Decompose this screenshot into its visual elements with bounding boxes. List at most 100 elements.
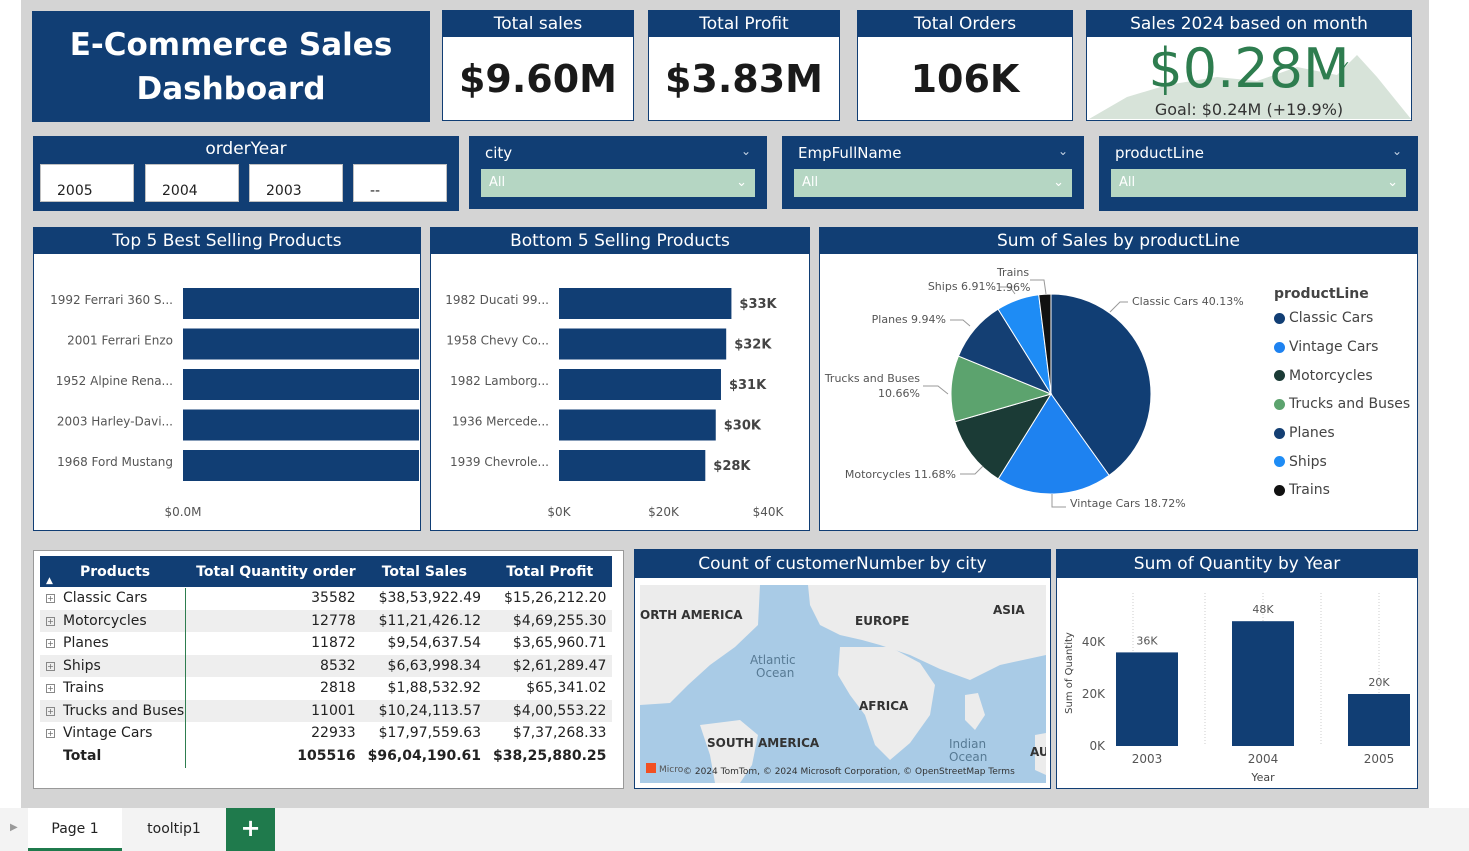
chevron-down-icon[interactable]: ⌄ — [1392, 144, 1402, 158]
bottom5-value-label: $30K — [724, 419, 762, 434]
col-header-total-quantity[interactable]: Total Quantity order — [190, 556, 362, 587]
pie-label-trucks-buses: Trucks and Buses — [824, 372, 920, 385]
tab-tooltip1[interactable]: tooltip1 — [123, 808, 225, 851]
table-cell-value: $7,37,268.33 — [512, 725, 607, 742]
table-cell-value: $3,65,960.71 — [512, 635, 607, 652]
legend-dot-icon — [1274, 398, 1285, 410]
chevron-down-icon: ⌄ — [1387, 175, 1398, 190]
legend-item[interactable]: Motorcycles — [1274, 361, 1410, 390]
expand-icon[interactable]: + — [46, 639, 55, 649]
expand-icon[interactable]: + — [46, 684, 55, 694]
pie-chart-card[interactable]: Sum of Sales by productLine Classic Cars… — [819, 227, 1418, 531]
legend-item[interactable]: Trains — [1274, 476, 1410, 505]
top5-bar — [183, 369, 419, 400]
qty-value-label: 20K — [1368, 676, 1390, 689]
table-row[interactable]: + Trucks and Buses 11001 $10,24,113.57 $4,00… — [40, 699, 613, 722]
col-header-products[interactable]: Products ▲ — [40, 556, 191, 587]
qty-y-axis-label: Sum of Quantity — [1064, 632, 1075, 714]
table-row[interactable]: + Planes 11872 $9,54,637.54 $3,65,960.71 — [40, 632, 612, 655]
legend-dot-icon — [1274, 427, 1285, 439]
pie-legend-title: productLine — [1274, 286, 1369, 302]
table-row[interactable]: + Motorcycles 12778 $11,21,426.12 $4,69,255.… — [40, 609, 613, 632]
map-card[interactable]: Count of customerNumber by city ORTH AME… — [634, 549, 1051, 789]
year-option-blank[interactable]: -- — [353, 164, 447, 202]
kpi-total-sales-label: Total sales — [443, 11, 633, 37]
city-dropdown[interactable]: All ⌄ — [481, 169, 755, 197]
pie-label-planes: Planes 9.94% — [872, 313, 946, 326]
year-option-2005[interactable]: 2005 — [40, 164, 134, 202]
bottom5-bar — [559, 288, 732, 319]
table-row[interactable]: + Classic Cars 35582 $38,53,922.49 $15,26,21… — [40, 587, 612, 610]
top5-category-label: 2001 Ferrari Enzo — [67, 334, 173, 348]
expand-icon[interactable]: + — [46, 616, 55, 626]
col-header-total-profit[interactable]: Total Profit — [487, 556, 613, 587]
qty-bar — [1348, 694, 1410, 746]
kpi-total-profit-value: $3.83M — [664, 57, 823, 101]
top5-chart-card[interactable]: Top 5 Best Selling Products 1992 Ferrari… — [33, 227, 421, 531]
chevron-down-icon[interactable]: ⌄ — [741, 144, 751, 158]
expand-icon[interactable]: + — [46, 594, 55, 604]
bottom5-chart-card[interactable]: Bottom 5 Selling Products 1982 Ducati 99… — [430, 227, 810, 531]
kpi-total-orders[interactable]: Total Orders 106K — [857, 10, 1073, 121]
qty-bar — [1232, 621, 1294, 746]
qty-y-tick: 40K — [1082, 635, 1106, 649]
table-total-row: Total 105516 $96,04,190.61 $38,25,880.25 — [40, 745, 612, 768]
qty-chart-card[interactable]: Sum of Quantity by Year 0K 20K 40K 36K 2003 4… — [1056, 549, 1418, 789]
bottom5-category-label: 1936 Mercede... — [452, 415, 549, 429]
gauge-goal: Goal: $0.24M (+19.9%) — [1154, 100, 1344, 119]
expand-icon[interactable]: + — [46, 706, 55, 716]
kpi-total-profit-label: Total Profit — [649, 11, 839, 37]
slicer-order-year: orderYear 2005 2004 2003 -- — [33, 136, 459, 211]
pie-label-vintage-cars: Vintage Cars 18.72% — [1070, 497, 1186, 510]
map-label-atlantic-ocean: Ocean — [756, 666, 794, 680]
kpi-sales-2024-gauge[interactable]: Sales 2024 based on month $0.28M ✓ Goal:… — [1086, 10, 1412, 121]
table-cell-value: $4,00,553.22 — [487, 699, 613, 722]
legend-item[interactable]: Classic Cars — [1274, 304, 1410, 333]
map-credit[interactable]: © 2024 TomTom, © 2024 Microsoft Corporat… — [683, 767, 1015, 777]
chevron-down-icon[interactable]: ⌄ — [1058, 144, 1068, 158]
legend-label: Motorcycles — [1289, 367, 1373, 384]
bottom5-bar — [559, 328, 727, 360]
legend-item[interactable]: Vintage Cars — [1274, 333, 1410, 362]
table-header-row: Products ▲ Total Quantity order Total Sal… — [40, 556, 613, 587]
kpi-total-sales[interactable]: Total sales $9.60M — [442, 10, 634, 121]
legend-item[interactable]: Planes — [1274, 419, 1410, 448]
legend-item[interactable]: Ships — [1274, 447, 1410, 476]
col-header-total-sales[interactable]: Total Sales — [361, 556, 488, 587]
legend-label: Vintage Cars — [1289, 339, 1379, 356]
qty-bar-chart: 0K 20K 40K 36K 2003 48K 2004 20K 2005 Year Sum of … — [1064, 593, 1410, 784]
emp-dropdown[interactable]: All ⌄ — [794, 169, 1072, 197]
kpi-total-orders-label: Total Orders — [858, 11, 1072, 37]
expand-icon[interactable]: + — [46, 729, 55, 739]
year-option-2004[interactable]: 2004 — [145, 164, 239, 202]
map-ms-text: Micro — [659, 765, 684, 775]
expand-icon[interactable]: + — [46, 661, 55, 671]
table-row[interactable]: + Trains 2818 $1,88,532.92 $65,341.02 — [40, 677, 612, 700]
sort-ascending-icon[interactable]: ▲ — [46, 576, 53, 586]
world-map[interactable]: ORTH AMERICA EUROPE ASIA Atlantic Ocean … — [640, 585, 1046, 783]
qty-y-tick: 0K — [1089, 739, 1106, 753]
bottom5-category-label: 1982 Ducati 99... — [445, 293, 549, 307]
product-line-dropdown[interactable]: All ⌄ — [1111, 169, 1406, 197]
pie-label-trains: Trains — [996, 266, 1029, 279]
pie-leader-line — [923, 385, 949, 395]
kpi-total-profit[interactable]: Total Profit $3.83M — [648, 10, 840, 121]
legend-dot-icon — [1274, 370, 1285, 382]
top5-bar — [183, 328, 419, 360]
page-tab-bar: ▶ Page 1 tooltip1 + — [0, 808, 1469, 851]
legend-item[interactable]: Trucks and Buses — [1274, 390, 1410, 419]
table-cell-product: + Classic Cars — [46, 590, 148, 607]
tab-page-1[interactable]: Page 1 — [28, 808, 122, 851]
table-row[interactable]: + Ships 8532 $6,63,998.34 $2,61,289.47 — [40, 654, 613, 677]
bottom5-value-label: $31K — [729, 378, 767, 393]
pie-label-motorcycles: Motorcycles 11.68% — [845, 468, 956, 481]
tab-scroll-left-icon[interactable]: ▶ — [10, 822, 18, 833]
add-page-button[interactable]: + — [226, 808, 275, 851]
table-row[interactable]: + Vintage Cars 22933 $17,97,559.63 $7,37,268… — [40, 722, 612, 745]
table-cell-product: + Trucks and Buses — [40, 699, 191, 722]
legend-dot-icon — [1274, 456, 1285, 468]
city-dropdown-value: All — [489, 175, 506, 190]
table-cell-value: $6,63,998.34 — [361, 654, 488, 677]
year-option-2003[interactable]: 2003 — [249, 164, 343, 202]
products-table-card[interactable]: Products ▲ Total Quantity order Total Sal… — [33, 550, 624, 789]
